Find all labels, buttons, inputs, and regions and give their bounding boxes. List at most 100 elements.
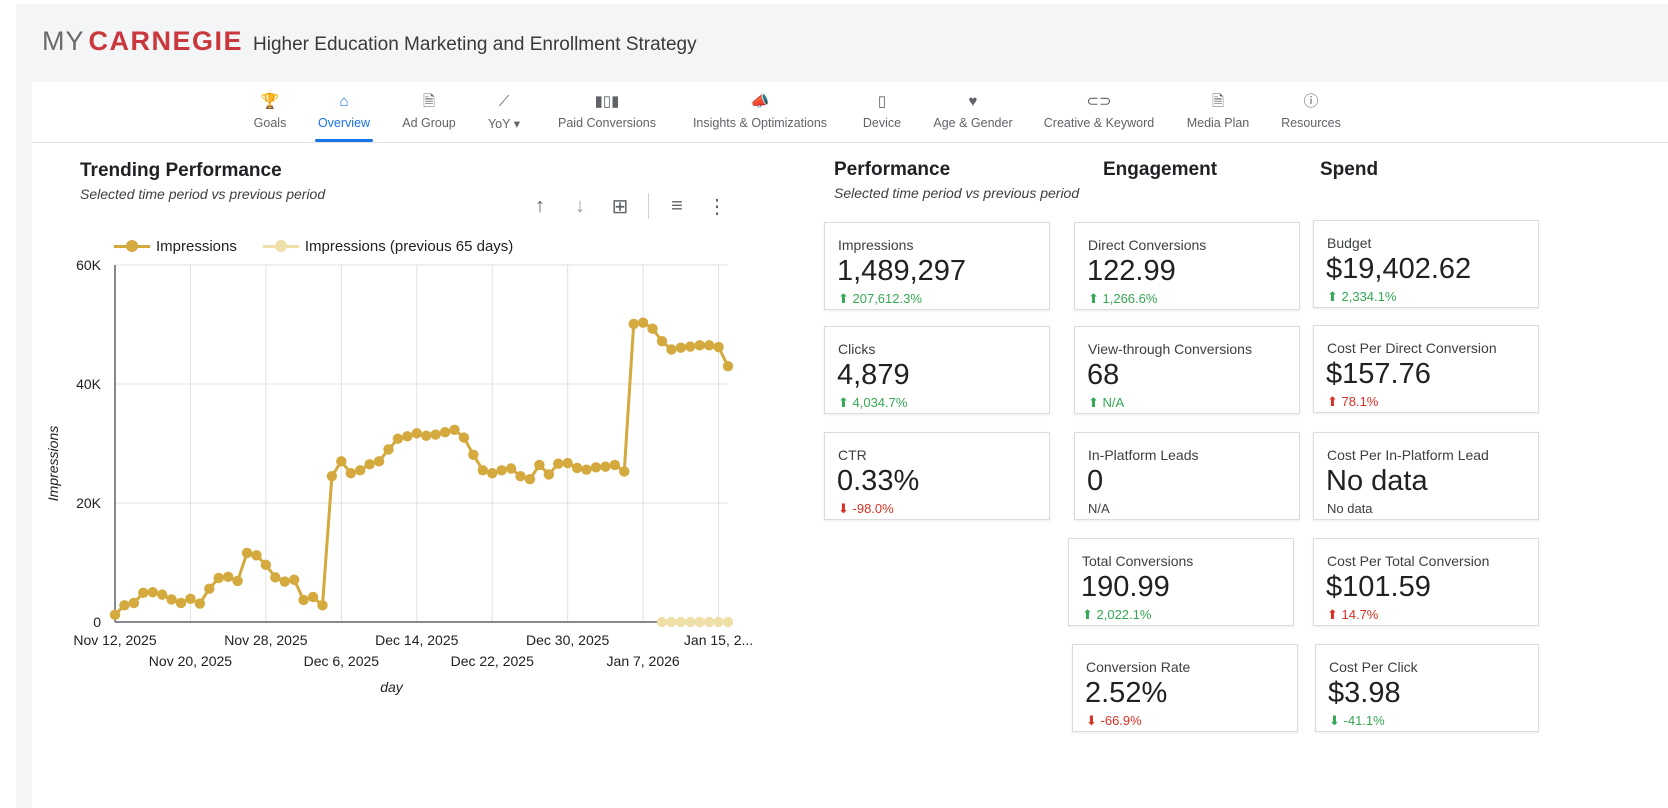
- data-point: [270, 572, 281, 583]
- kpi-card-cpdc: Cost Per Direct Conversion $157.76 ⬆ 78.1%: [1313, 325, 1539, 413]
- x-tick-label: Nov 12, 2025: [73, 632, 156, 648]
- data-point: [307, 591, 319, 603]
- kpi-card-impressions: Impressions 1,489,297 ⬆ 207,612.3%: [824, 222, 1050, 310]
- tab-label: YoY ▾: [487, 117, 520, 131]
- sort-descending-icon[interactable]: ↓: [560, 192, 600, 220]
- data-point: [505, 463, 517, 474]
- data-point: [392, 433, 404, 444]
- tab-label: Media Plan: [1186, 116, 1250, 130]
- link-icon: ⊂⊃: [1086, 93, 1112, 110]
- tab-label: Resources: [1281, 116, 1341, 130]
- kpi-card-budget: Budget $19,402.62 ⬆ 2,334.1%: [1313, 220, 1539, 308]
- kpi-delta: ⬇ -98.0%: [838, 501, 894, 516]
- y-tick-label: 20K: [76, 495, 102, 511]
- tab-overview[interactable]: ⌂ Overview: [315, 92, 373, 142]
- tab-label: Goals: [253, 116, 287, 130]
- kpi-value: 0.33%: [837, 465, 920, 497]
- kpi-value: $3.98: [1328, 677, 1401, 709]
- data-point: [581, 464, 592, 475]
- y-axis-title: Impressions: [45, 426, 61, 501]
- data-point: [449, 424, 460, 436]
- kpi-delta: ⬆ 78.1%: [1327, 394, 1379, 409]
- report-nav: 🏆 Goals ⌂ Overview 🗎 Ad Group ⟋ YoY ▾ ▮▯▮ Paid Co…: [32, 82, 1668, 143]
- kpi-label: Clicks: [838, 341, 876, 357]
- data-point: [571, 462, 583, 474]
- data-point: [251, 550, 262, 561]
- sort-ascending-icon[interactable]: ↑: [520, 192, 560, 220]
- data-point: [685, 616, 696, 628]
- insights-icon[interactable]: ⊞: [600, 192, 640, 220]
- kpi-value: 122.99: [1087, 255, 1176, 287]
- kpi-card-direct-conversions: Direct Conversions 122.99 ⬆ 1,266.6%: [1074, 222, 1300, 310]
- kpi-label: Direct Conversions: [1088, 237, 1207, 253]
- filter-icon[interactable]: ≡: [657, 192, 697, 220]
- phone-icon: ▯: [877, 93, 887, 110]
- data-point: [288, 574, 300, 585]
- data-point: [241, 547, 253, 559]
- legend-swatch-previous: [262, 240, 299, 252]
- data-point: [666, 616, 677, 628]
- data-point: [355, 465, 366, 476]
- kpi-value: 1,489,297: [837, 255, 967, 287]
- kpi-delta: ⬆ 2,022.1%: [1082, 607, 1152, 622]
- kpi-delta: ⬆ 4,034.7%: [838, 395, 908, 410]
- kpi-card-clicks: Clicks 4,879 ⬆ 4,034.7%: [824, 326, 1050, 414]
- tab-device[interactable]: ▯ Device: [858, 92, 906, 142]
- data-point: [600, 461, 611, 472]
- data-point: [609, 459, 621, 471]
- tab-resources[interactable]: ⓘ Resources: [1277, 92, 1345, 142]
- data-point: [204, 583, 215, 594]
- tab-paid-conversions[interactable]: ▮▯▮ Paid Conversions: [553, 92, 661, 142]
- kpi-label: Conversion Rate: [1086, 659, 1191, 675]
- document-icon: 🗎: [422, 93, 436, 110]
- trophy-icon: 🏆: [260, 93, 280, 110]
- kpi-card-ctr: CTR 0.33% ⬇ -98.0%: [824, 432, 1050, 520]
- tab-age-gender[interactable]: ♥ Age & Gender: [927, 92, 1019, 142]
- kpi-value: $19,402.62: [1326, 253, 1472, 285]
- kpi-label: Total Conversions: [1082, 553, 1194, 569]
- brand-carnegie-logo: CARNEGIE: [88, 26, 244, 56]
- brand-my: MY: [42, 26, 85, 56]
- performance-title: Performance: [834, 159, 951, 180]
- kpi-value: No data: [1326, 465, 1428, 497]
- kpi-label: In-Platform Leads: [1088, 447, 1199, 463]
- data-point: [194, 598, 206, 609]
- data-point: [260, 559, 272, 571]
- tab-ad-group[interactable]: 🗎 Ad Group: [398, 92, 460, 142]
- kpi-card-cpc: Cost Per Click $3.98 ⬇ -41.1%: [1315, 644, 1539, 732]
- kpi-delta: ⬆ N/A: [1088, 395, 1125, 410]
- tab-media-plan[interactable]: 🗎 Media Plan: [1183, 92, 1253, 142]
- tab-goals[interactable]: 🏆 Goals: [245, 92, 295, 142]
- data-point: [675, 616, 687, 628]
- kpi-value: 2.52%: [1085, 677, 1168, 709]
- document-icon: 🗎: [1211, 93, 1225, 110]
- data-point: [590, 462, 602, 473]
- chart-toolbar: ↑ ↓ ⊞ ≡ ⋮: [520, 192, 737, 220]
- data-point: [534, 459, 545, 471]
- data-point: [628, 318, 639, 330]
- tab-yoy[interactable]: ⟋ YoY ▾: [482, 92, 526, 142]
- data-point: [713, 616, 724, 628]
- kpi-value: 190.99: [1081, 571, 1170, 603]
- tab-insights-optimizations[interactable]: 📣 Insights & Optimizations: [684, 92, 836, 142]
- tab-label: Overview: [317, 116, 371, 130]
- kpi-card-cpl: Cost Per In-Platform Lead No data No data: [1313, 432, 1539, 520]
- data-point: [637, 317, 649, 328]
- more-options-icon[interactable]: ⋮: [697, 192, 737, 220]
- data-point: [383, 444, 394, 455]
- kpi-value: 4,879: [837, 359, 910, 391]
- x-tick-label: Nov 28, 2025: [224, 632, 307, 648]
- data-point: [685, 341, 696, 352]
- toolbar-divider: [648, 193, 649, 219]
- kpi-delta: ⬇ -41.1%: [1329, 713, 1385, 728]
- data-point: [138, 587, 149, 599]
- kpi-label: CTR: [838, 447, 867, 463]
- data-point: [694, 340, 705, 351]
- tab-creative-keyword[interactable]: ⊂⊃ Creative & Keyword: [1038, 92, 1160, 142]
- data-point: [402, 431, 413, 442]
- data-point: [515, 471, 526, 482]
- data-point: [543, 469, 555, 480]
- data-point: [279, 576, 290, 587]
- kpi-delta: ⬇ -66.9%: [1086, 713, 1142, 728]
- tab-label: Ad Group: [402, 116, 456, 130]
